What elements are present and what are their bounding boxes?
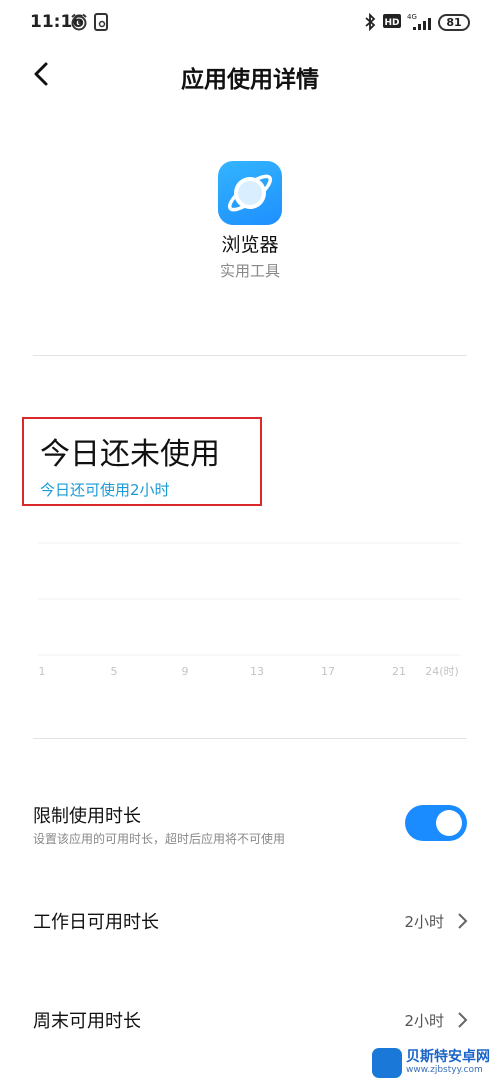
browser-app-icon [218, 161, 282, 225]
weekday-limit-label[interactable]: 工作日可用时长 [33, 908, 159, 934]
hd-icon: HD [383, 13, 401, 33]
weekend-limit-label[interactable]: 周末可用时长 [33, 1007, 141, 1033]
bluetooth-icon [364, 12, 376, 35]
weekend-limit-value[interactable]: 2小时 [404, 1010, 444, 1031]
chart-x-tick-label: 9 [182, 665, 189, 678]
limit-usage-description: 设置该应用的可用时长，超时后应用将不可使用 [33, 832, 286, 846]
divider [33, 355, 467, 356]
limit-usage-toggle[interactable] [405, 805, 467, 841]
watermark-logo-icon [372, 1048, 402, 1078]
page-title: 应用使用详情 [181, 67, 319, 93]
usage-remaining: 今日还可使用2小时 [40, 481, 170, 499]
svg-text:4G: 4G [407, 13, 417, 21]
toggle-knob [436, 810, 462, 836]
watermark-name: 贝斯特安卓网 [406, 1049, 490, 1065]
chart-x-tick-label: 1 [39, 665, 46, 678]
status-bar: 11:16 HD 4G 81 [0, 0, 500, 46]
chart-x-tick-label: 5 [111, 665, 118, 678]
limit-usage-label: 限制使用时长 [33, 806, 141, 827]
app-name: 浏览器 [221, 234, 279, 256]
chart-x-tick-label: 17 [321, 665, 335, 678]
page-header: 应用使用详情 [0, 46, 500, 106]
chart-x-tick-label: 24(时) [425, 665, 459, 678]
usage-chart: 1 5 9 13 17 21 24(时) [30, 540, 470, 690]
chart-x-tick-label: 13 [250, 665, 264, 678]
watermark: 贝斯特安卓网 www.zjbstyy.com [372, 1046, 500, 1080]
chevron-right-icon[interactable] [456, 912, 468, 930]
app-category: 实用工具 [219, 262, 280, 280]
usage-chart-svg: 1 5 9 13 17 21 24(时) [38, 542, 460, 678]
chevron-right-icon[interactable] [456, 1011, 468, 1029]
alarm-icon [70, 13, 88, 35]
svg-text:HD: HD [384, 18, 399, 28]
notification-icon [94, 13, 108, 35]
usage-title: 今日还未使用 [40, 437, 220, 472]
usage-summary: 今日还未使用 今日还可使用2小时 [22, 417, 262, 506]
watermark-url: www.zjbstyy.com [406, 1065, 483, 1075]
signal-icon: 4G [405, 13, 433, 35]
divider [33, 738, 467, 739]
chart-x-tick-label: 21 [392, 665, 406, 678]
weekday-limit-value[interactable]: 2小时 [404, 911, 444, 932]
battery-indicator: 81 [438, 14, 470, 31]
